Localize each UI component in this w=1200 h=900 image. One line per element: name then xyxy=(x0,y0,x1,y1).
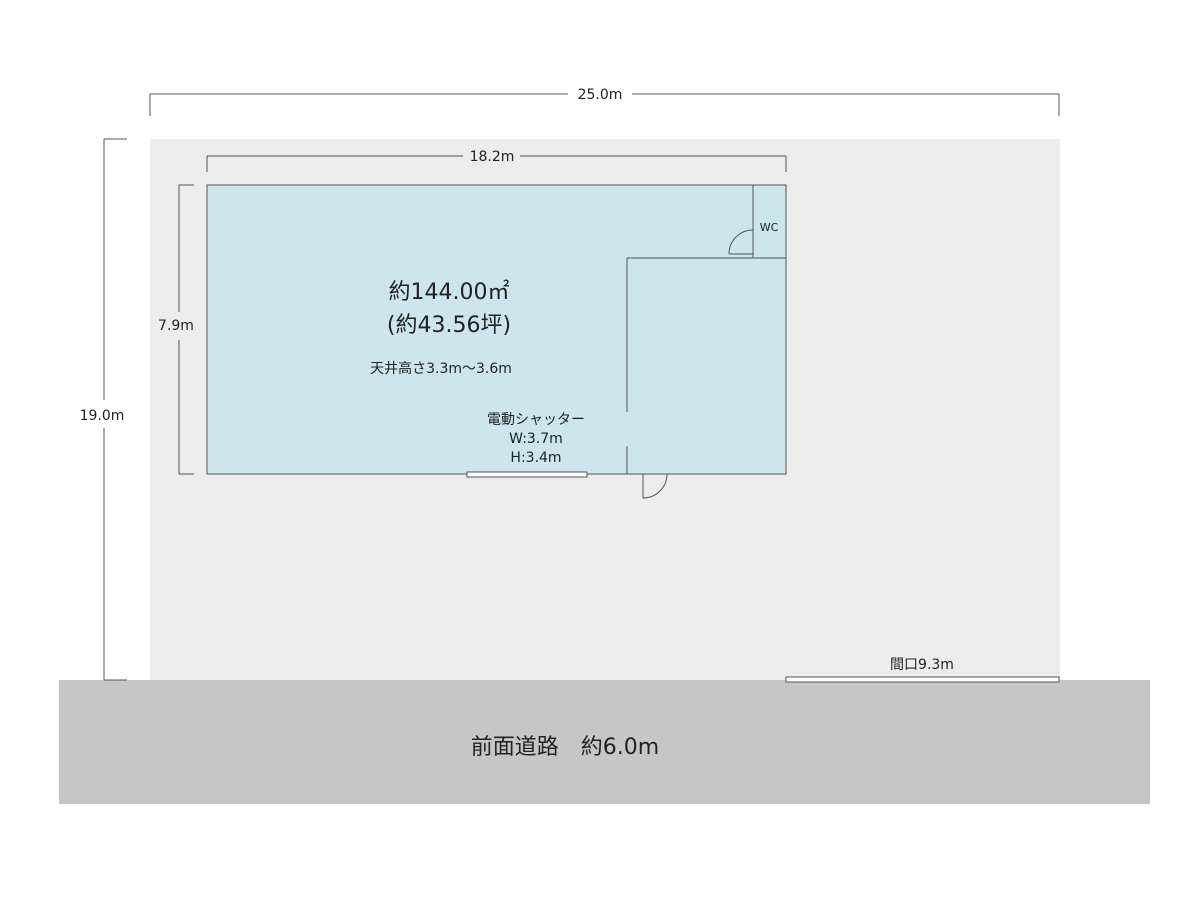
shutter-width: W:3.7m xyxy=(509,431,563,447)
shutter-opening xyxy=(466,471,588,478)
frontage-label: 間口9.3m xyxy=(890,657,954,673)
area-sqm: 約144.00㎡ xyxy=(389,279,510,305)
building-width-label: 18.2m xyxy=(470,149,515,165)
frontage-opening xyxy=(785,676,1060,683)
lot-width-label: 25.0m xyxy=(578,87,623,103)
wc-label: WC xyxy=(760,221,779,234)
road-label: 前面道路 約6.0m xyxy=(471,735,659,760)
floor-plan: 前面道路 約6.0m 25.0m 19.0m 18.2m 7.9m WC 間口9… xyxy=(59,87,1150,804)
ceiling-height: 天井高さ3.3m〜3.6m xyxy=(370,360,512,377)
area-tsubo: (約43.56坪) xyxy=(387,313,511,338)
lot-depth-label: 19.0m xyxy=(80,408,125,424)
building-depth-label: 7.9m xyxy=(158,318,194,334)
shutter-title: 電動シャッター xyxy=(487,412,585,428)
shutter-height: H:3.4m xyxy=(510,450,561,466)
